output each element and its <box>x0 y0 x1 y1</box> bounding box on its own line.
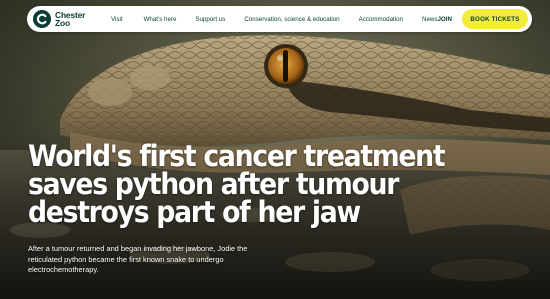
logo-mark-icon <box>33 10 51 28</box>
top-navbar: Chester Zoo Visit What's here Support us… <box>27 6 532 32</box>
nav-link-support-us[interactable]: Support us <box>195 16 225 23</box>
nav-link-conservation[interactable]: Conservation, science & education <box>244 16 339 23</box>
nav-link-news[interactable]: News <box>422 16 437 23</box>
article-headline[interactable]: World's first cancer treatment saves pyt… <box>28 142 488 227</box>
book-tickets-button[interactable]: BOOK TICKETS <box>461 9 528 29</box>
join-link[interactable]: JOIN <box>437 16 451 23</box>
nav-link-accommodation[interactable]: Accommodation <box>359 16 403 23</box>
article-summary: After a tumour returned and began invadi… <box>28 244 248 274</box>
nav-links: Visit What's here Support us Conservatio… <box>103 16 437 23</box>
logo-wordmark-line2: Zoo <box>55 18 70 28</box>
nav-link-whats-here[interactable]: What's here <box>144 16 177 23</box>
nav-link-visit[interactable]: Visit <box>111 16 123 23</box>
logo-wordmark: Chester Zoo <box>55 11 87 28</box>
chester-zoo-logo[interactable]: Chester Zoo <box>33 10 87 28</box>
